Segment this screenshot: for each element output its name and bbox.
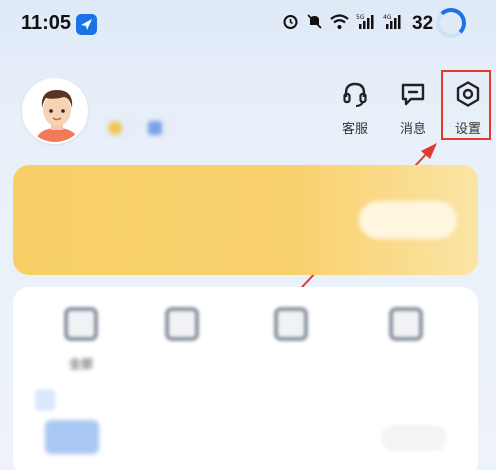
- tool-label: 全部: [68, 357, 93, 371]
- tool-item-3[interactable]: [246, 307, 336, 355]
- coin-icon: [108, 121, 122, 135]
- svg-text:4G: 4G: [383, 14, 392, 21]
- tool-item-all[interactable]: 全部: [36, 307, 126, 372]
- box-icon: [64, 307, 98, 341]
- battery-ring-icon: [436, 8, 466, 38]
- card-icon: [148, 121, 162, 135]
- signal-4g-icon: 4G: [383, 13, 403, 35]
- vip-card[interactable]: [13, 165, 478, 275]
- messages-label: 消息: [399, 122, 426, 137]
- status-bar: 11:05 5G 4G 32: [0, 0, 496, 52]
- signal-5g-icon: 5G: [356, 13, 376, 35]
- battery-level: 32: [412, 13, 434, 34]
- recent-thumbnail: [45, 420, 99, 454]
- messages-button[interactable]: 消息: [388, 80, 438, 137]
- customer-service-button[interactable]: 客服: [330, 80, 380, 137]
- recent-tag: [35, 389, 55, 411]
- folder-icon: [389, 307, 423, 341]
- headset-icon: [343, 82, 367, 107]
- user-badges: [104, 117, 176, 139]
- monitor-icon: [165, 307, 199, 341]
- message-icon: [401, 83, 425, 106]
- tool-item-2[interactable]: [137, 307, 227, 355]
- avatar[interactable]: [22, 78, 88, 144]
- settings-highlight-box: [441, 70, 491, 140]
- tools-panel: 全部: [13, 287, 478, 470]
- wifi-icon: [330, 13, 349, 35]
- level-badge[interactable]: [104, 117, 136, 139]
- image-icon: [274, 307, 308, 341]
- vip-open-button[interactable]: [359, 201, 457, 239]
- mute-icon: [306, 13, 323, 35]
- tool-item-4[interactable]: [361, 307, 451, 355]
- alarm-icon: [282, 13, 299, 35]
- navigation-icon: [76, 14, 97, 35]
- status-time: 11:05: [21, 12, 72, 34]
- recent-action-button[interactable]: [381, 425, 447, 451]
- account-badge[interactable]: [144, 117, 176, 139]
- customer-service-label: 客服: [341, 122, 368, 137]
- svg-text:5G: 5G: [356, 14, 365, 21]
- status-icons: 5G 4G 32: [282, 13, 433, 35]
